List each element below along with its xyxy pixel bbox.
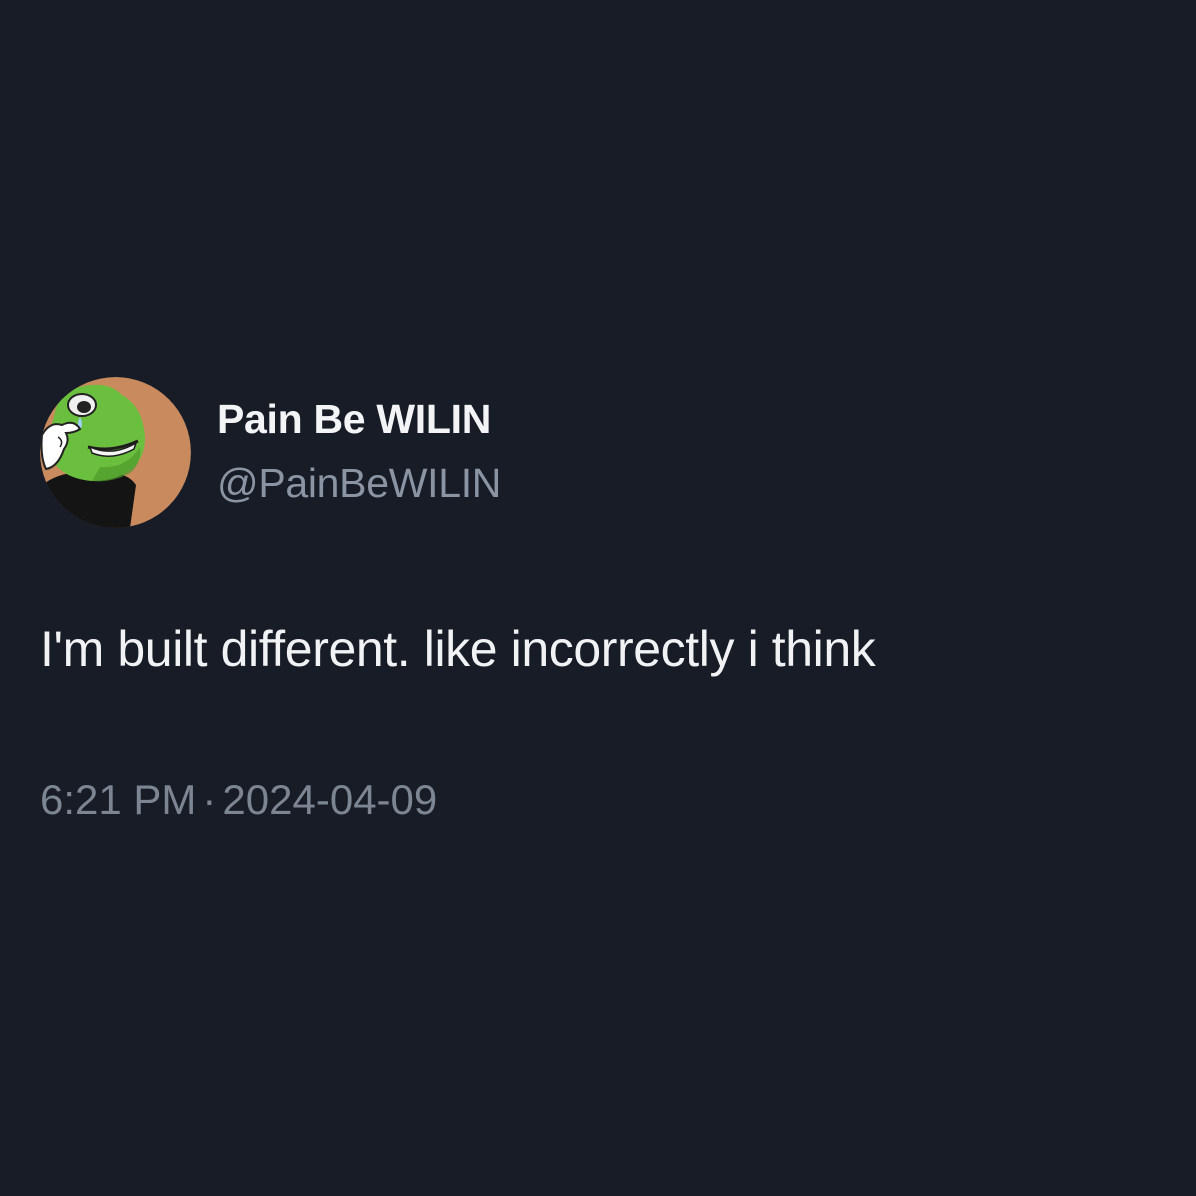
tweet-timestamp[interactable]: 6:21 PM · 2024-04-09 [40,776,437,824]
author-avatar[interactable] [40,377,191,528]
author-handle[interactable]: @PainBeWILIN [217,460,501,507]
tweet-screenshot: Pain Be WILIN @PainBeWILIN I'm built dif… [0,0,1196,1196]
tweet-time: 6:21 PM [40,776,197,823]
timestamp-separator: · [202,776,217,823]
tweet-body-text: I'm built different. like incorrectly i … [40,621,876,677]
tweet-date: 2024-04-09 [222,776,438,823]
frog-avatar-icon [40,377,191,528]
author-display-name[interactable]: Pain Be WILIN [217,396,491,443]
